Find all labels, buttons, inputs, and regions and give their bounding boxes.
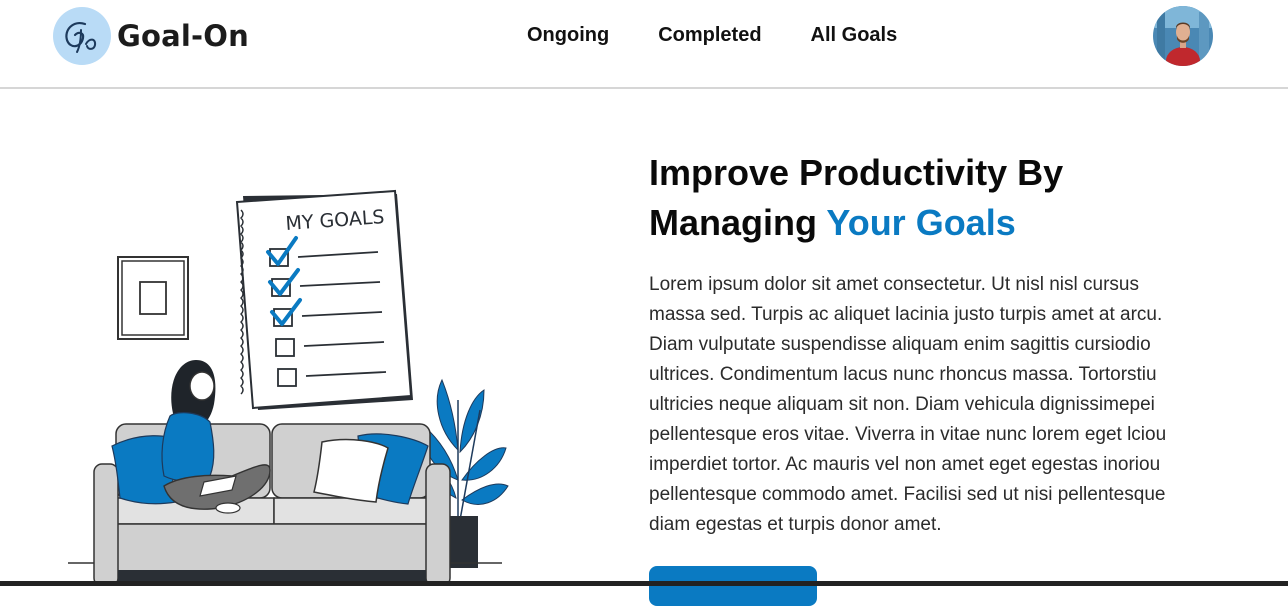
hero-description: Lorem ipsum dolor sit amet consectetur. … [649, 274, 1167, 535]
goals-illustration: MY GOALS [60, 180, 520, 587]
nav-link-all-goals[interactable]: All Goals [811, 24, 898, 47]
brand-logo[interactable]: Goal-On [53, 6, 249, 66]
window-bottom-edge [0, 581, 1288, 586]
user-avatar[interactable] [1153, 6, 1213, 66]
top-header: Goal-On Ongoing Completed All Goals [0, 0, 1288, 89]
hero-title-line2-plain: Managing [649, 202, 827, 243]
brand-name: Goal-On [117, 19, 249, 53]
hero-title: Improve Productivity By Managing Your Go… [649, 148, 1209, 248]
hero-section: Improve Productivity By Managing Your Go… [649, 148, 1209, 540]
nav-link-ongoing[interactable]: Ongoing [527, 24, 609, 47]
hero-title-accent: Your Goals [826, 202, 1016, 243]
goals-board-icon: MY GOALS [235, 189, 413, 410]
main-nav: Ongoing Completed All Goals [527, 24, 897, 47]
hero-title-line1: Improve Productivity By [649, 152, 1064, 193]
user-avatar-icon [1153, 6, 1213, 66]
cta-button[interactable] [649, 566, 817, 606]
logo-monogram-icon [53, 7, 111, 65]
wall-frame-icon [117, 256, 189, 340]
sofa-icon [93, 423, 451, 587]
nav-link-completed[interactable]: Completed [658, 24, 761, 47]
